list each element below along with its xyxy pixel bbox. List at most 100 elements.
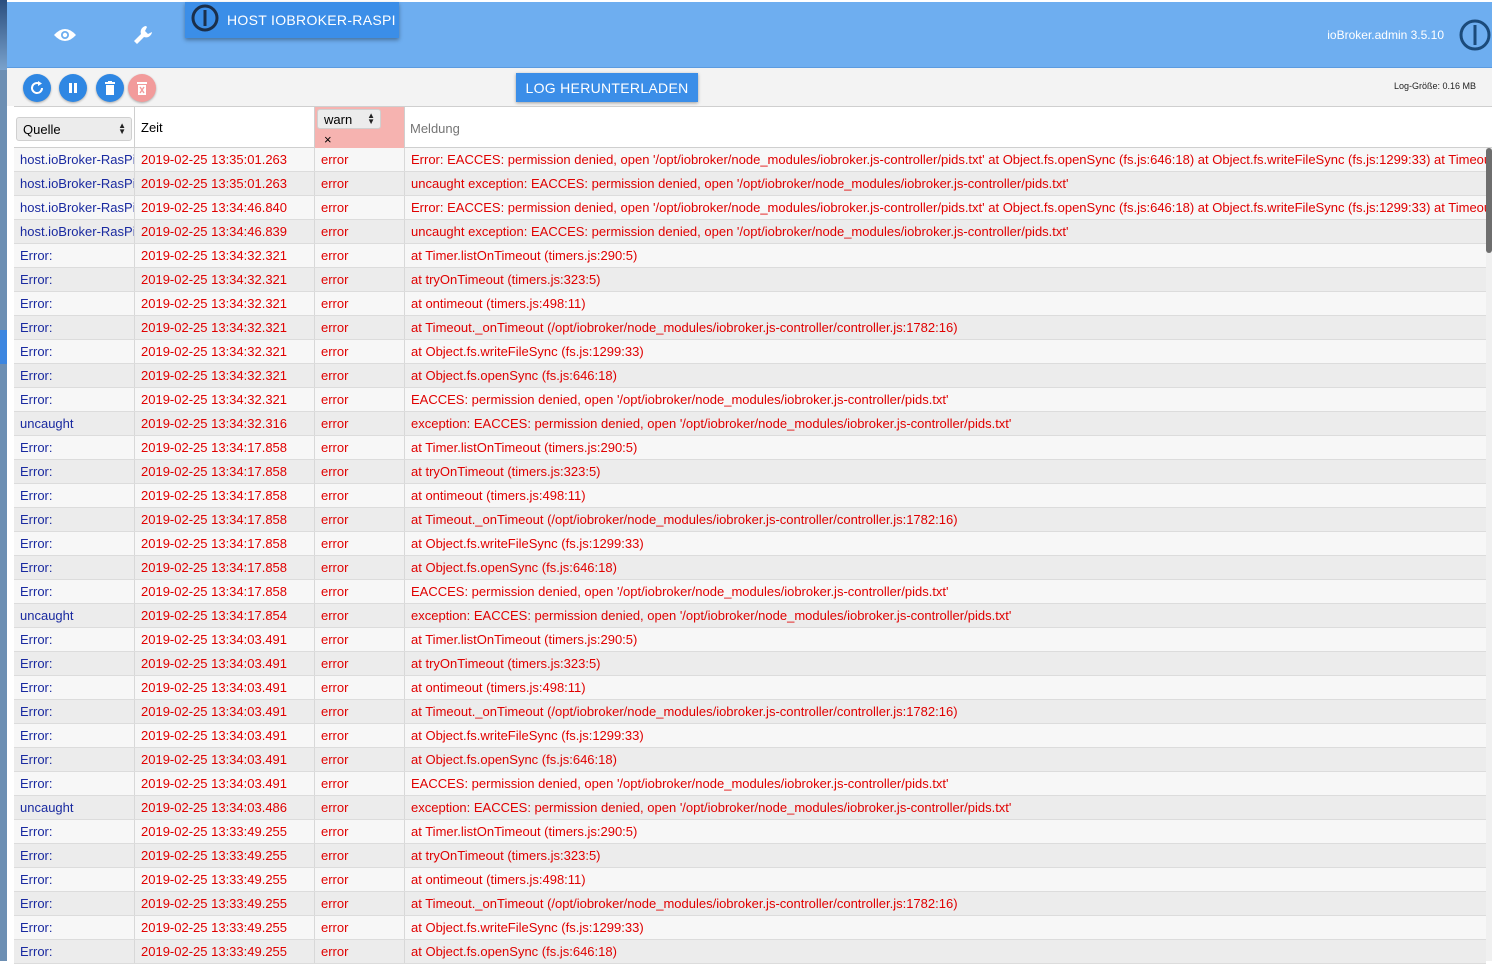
severity-header: warn ▲ ▼ ×: [315, 107, 405, 148]
source-cell: Error:: [14, 532, 135, 555]
message-cell: at Timeout._onTimeout (/opt/iobroker/nod…: [411, 704, 958, 719]
table-row: Error: 2019-02-25 13:34:32.321 error at try…: [14, 268, 1486, 292]
severity-cell: error: [315, 772, 405, 795]
time-cell: 2019-02-25 13:34:46.839: [135, 220, 315, 243]
source-filter-value: Quelle: [23, 121, 61, 137]
severity-cell: error: [315, 532, 405, 555]
message-cell: exception: EACCES: permission denied, op…: [411, 416, 1012, 431]
table-row: uncaught 2019-02-25 13:34:32.316 error exce…: [14, 412, 1486, 436]
log-table-header: Quelle ▲ ▼ Zeit warn ▲ ▼ ×: [14, 106, 1492, 148]
source-cell: Error:: [14, 292, 135, 315]
source-cell: Error:: [14, 460, 135, 483]
header-bar: HOST IOBROKER-RASPI ioBroker.admin 3.5.1…: [7, 2, 1492, 68]
severity-filter-select[interactable]: warn ▲ ▼: [317, 109, 381, 129]
severity-cell: error: [315, 244, 405, 267]
severity-cell: error: [315, 844, 405, 867]
source-cell: Error:: [14, 556, 135, 579]
time-cell: 2019-02-25 13:34:03.491: [135, 748, 315, 771]
table-row: Error: 2019-02-25 13:33:49.255 error at Obj…: [14, 916, 1486, 940]
table-row: Error: 2019-02-25 13:34:17.858 error at Tim…: [14, 436, 1486, 460]
left-edge-gradient: [0, 0, 7, 70]
source-cell: uncaught: [14, 796, 135, 819]
log-table-body: host.ioBroker-RasPi 2019-02-25 13:35:01.2…: [14, 148, 1486, 964]
source-cell: host.ioBroker-RasPi: [14, 196, 135, 219]
source-cell: Error:: [14, 652, 135, 675]
time-cell: 2019-02-25 13:34:32.316: [135, 412, 315, 435]
table-row: Error: 2019-02-25 13:34:32.321 error at Tim…: [14, 244, 1486, 268]
message-cell: at Object.fs.writeFileSync (fs.js:1299:3…: [411, 728, 644, 743]
time-cell: 2019-02-25 13:34:17.858: [135, 580, 315, 603]
time-cell: 2019-02-25 13:34:32.321: [135, 292, 315, 315]
pause-button[interactable]: [59, 74, 87, 102]
source-cell: Error:: [14, 868, 135, 891]
message-cell: at Object.fs.writeFileSync (fs.js:1299:3…: [411, 920, 644, 935]
source-cell: Error:: [14, 748, 135, 771]
trash-icon: [105, 81, 115, 95]
table-row: Error: 2019-02-25 13:34:17.858 error at try…: [14, 460, 1486, 484]
time-cell: 2019-02-25 13:34:17.854: [135, 604, 315, 627]
time-cell: 2019-02-25 13:33:49.255: [135, 844, 315, 867]
scrollbar-thumb[interactable]: [1486, 148, 1492, 253]
message-cell: at ontimeout (timers.js:498:11): [411, 488, 586, 503]
time-cell: 2019-02-25 13:33:49.255: [135, 940, 315, 963]
source-filter-select[interactable]: Quelle ▲ ▼: [16, 117, 132, 141]
source-cell: Error:: [14, 268, 135, 291]
severity-cell: error: [315, 724, 405, 747]
message-cell: at Timeout._onTimeout (/opt/iobroker/nod…: [411, 896, 958, 911]
time-cell: 2019-02-25 13:34:32.321: [135, 340, 315, 363]
severity-cell: error: [315, 868, 405, 891]
severity-cell: error: [315, 820, 405, 843]
source-cell: host.ioBroker-RasPi: [14, 148, 135, 171]
message-cell: Error: EACCES: permission denied, open '…: [411, 200, 1486, 215]
table-row: Error: 2019-02-25 13:33:49.255 error at Obj…: [14, 940, 1486, 964]
source-cell: Error:: [14, 316, 135, 339]
message-filter-input[interactable]: [405, 113, 1485, 143]
message-cell: at tryOnTimeout (timers.js:323:5): [411, 848, 601, 863]
source-cell: Error:: [14, 700, 135, 723]
table-row: Error: 2019-02-25 13:34:03.491 error at Obj…: [14, 748, 1486, 772]
scrollbar[interactable]: [1486, 148, 1492, 961]
time-cell: 2019-02-25 13:34:32.321: [135, 364, 315, 387]
time-cell: 2019-02-25 13:33:49.255: [135, 820, 315, 843]
time-cell: 2019-02-25 13:34:03.491: [135, 676, 315, 699]
severity-cell: error: [315, 292, 405, 315]
eye-icon[interactable]: [50, 20, 80, 50]
time-cell: 2019-02-25 13:33:49.255: [135, 868, 315, 891]
trash-button[interactable]: [96, 74, 124, 102]
severity-cell: error: [315, 412, 405, 435]
severity-cell: error: [315, 652, 405, 675]
wrench-icon[interactable]: [128, 20, 158, 50]
table-row: host.ioBroker-RasPi 2019-02-25 13:35:01.2…: [14, 148, 1486, 172]
table-row: Error: 2019-02-25 13:34:03.491 error at Tim…: [14, 700, 1486, 724]
message-cell: at Timer.listOnTimeout (timers.js:290:5): [411, 248, 638, 263]
table-row: Error: 2019-02-25 13:34:03.491 error EACCES…: [14, 772, 1486, 796]
table-row: host.ioBroker-RasPi 2019-02-25 13:34:46.8…: [14, 220, 1486, 244]
time-header-label: Zeit: [141, 120, 163, 135]
severity-cell: error: [315, 628, 405, 651]
table-row: Error: 2019-02-25 13:33:49.255 error at Tim…: [14, 820, 1486, 844]
clear-filter-icon[interactable]: ×: [324, 132, 332, 147]
message-cell: uncaught exception: EACCES: permission d…: [411, 176, 1069, 191]
host-tab[interactable]: HOST IOBROKER-RASPI: [185, 2, 399, 38]
time-cell: 2019-02-25 13:33:49.255: [135, 916, 315, 939]
source-cell: host.ioBroker-RasPi: [14, 172, 135, 195]
refresh-button[interactable]: [23, 74, 51, 102]
severity-cell: error: [315, 148, 405, 171]
time-header: Zeit: [135, 107, 315, 148]
time-cell: 2019-02-25 13:34:32.321: [135, 244, 315, 267]
severity-cell: error: [315, 220, 405, 243]
message-cell: uncaught exception: EACCES: permission d…: [411, 224, 1069, 239]
delete-disabled-button[interactable]: [128, 74, 156, 102]
source-cell: Error:: [14, 676, 135, 699]
message-cell: at ontimeout (timers.js:498:11): [411, 296, 586, 311]
download-log-button[interactable]: LOG HERUNTERLADEN: [516, 73, 698, 102]
table-row: Error: 2019-02-25 13:34:32.321 error at ont…: [14, 292, 1486, 316]
message-cell: exception: EACCES: permission denied, op…: [411, 800, 1012, 815]
severity-cell: error: [315, 316, 405, 339]
table-row: Error: 2019-02-25 13:34:17.858 error at Obj…: [14, 532, 1486, 556]
severity-cell: error: [315, 556, 405, 579]
table-row: Error: 2019-02-25 13:34:03.491 error at Tim…: [14, 628, 1486, 652]
table-row: Error: 2019-02-25 13:33:49.255 error at try…: [14, 844, 1486, 868]
severity-cell: error: [315, 340, 405, 363]
message-cell: EACCES: permission denied, open '/opt/io…: [411, 392, 949, 407]
